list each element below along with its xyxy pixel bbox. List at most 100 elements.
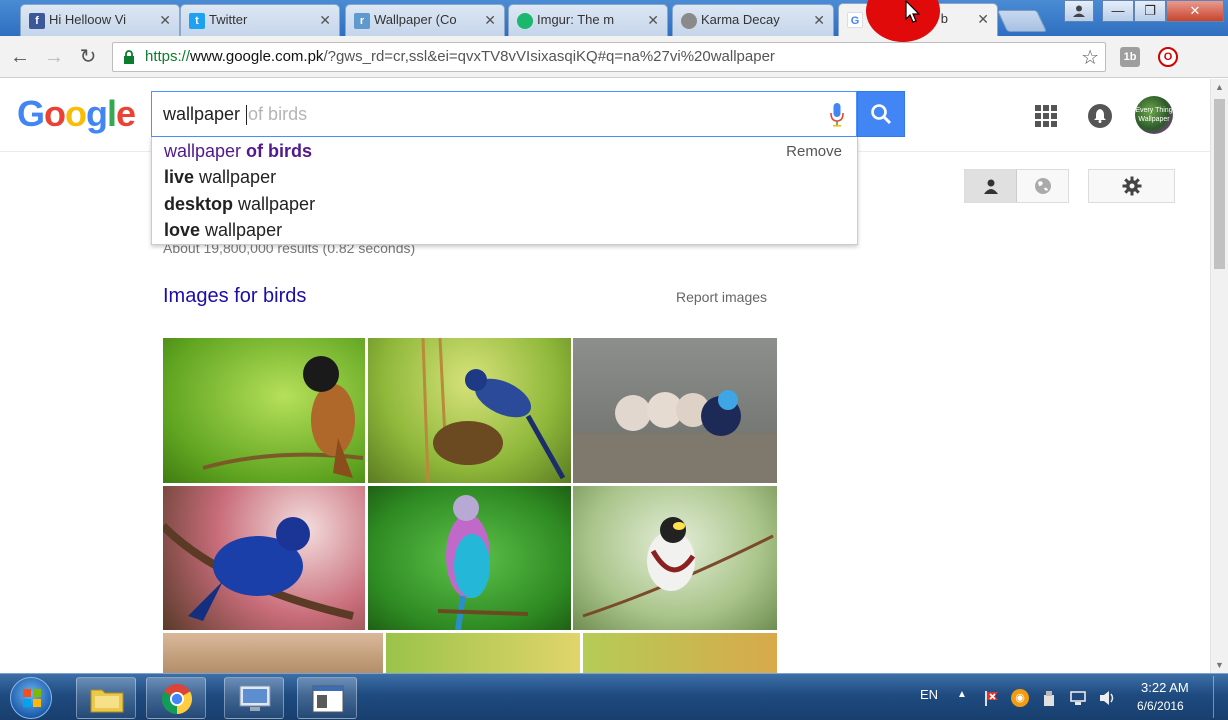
tray-app-orange-icon[interactable]: ◉ <box>1011 689 1029 707</box>
search-typed-text: wallpaper <box>163 104 246 124</box>
search-input[interactable]: wallpaper of birds <box>151 91 857 137</box>
url-scheme: https:// <box>145 48 191 65</box>
forward-button[interactable]: → <box>42 46 66 70</box>
url-host: www.google.com.pk <box>190 48 324 65</box>
bird-image-thumbnail[interactable] <box>583 633 777 673</box>
logo-letter: G <box>17 93 45 134</box>
report-images-link[interactable]: Report images <box>676 289 767 305</box>
globe-icon <box>1035 178 1051 194</box>
windows-logo-icon <box>23 689 41 707</box>
microphone-icon[interactable] <box>830 103 844 127</box>
taskbar-app-window[interactable] <box>297 677 357 719</box>
taskbar-remote-desktop[interactable] <box>224 677 284 719</box>
opera-extension-icon[interactable]: O <box>1158 47 1178 67</box>
google-icon: G <box>847 12 863 28</box>
search-autocomplete-hint: of birds <box>248 104 308 124</box>
images-for-birds-link[interactable]: Images for birds <box>163 285 306 308</box>
bird-image-thumbnail[interactable] <box>163 633 383 673</box>
autocomplete-dropdown: wallpaper of birds Remove live wallpaper… <box>151 137 858 245</box>
network-icon[interactable] <box>1069 689 1087 707</box>
logo-letter: l <box>107 93 117 134</box>
language-indicator[interactable]: EN <box>920 687 938 702</box>
suggestion-item[interactable]: desktop wallpaper <box>164 194 315 215</box>
clock-time[interactable]: 3:22 AM <box>1141 680 1189 695</box>
tab-facebook[interactable]: f Hi Helloow Vi ✕ <box>20 4 180 36</box>
suggestion-bold-text: love <box>164 220 201 240</box>
tab-twitter[interactable]: t Twitter ✕ <box>180 4 340 36</box>
show-hidden-icons-arrow-icon[interactable]: ▲ <box>957 689 967 700</box>
page-scrollbar[interactable]: ▲ ▼ <box>1210 79 1228 673</box>
address-bar[interactable]: https://www.google.com.pk/?gws_rd=cr,ssl… <box>112 42 1106 72</box>
bird-image-thumbnail[interactable] <box>368 338 571 483</box>
new-tab-button[interactable] <box>996 10 1048 32</box>
bird-image-thumbnail[interactable] <box>163 338 365 483</box>
minimize-button[interactable]: — <box>1102 0 1134 22</box>
back-button[interactable]: ← <box>8 46 32 70</box>
url-text: https://www.google.com.pk/?gws_rd=cr,ssl… <box>145 43 775 71</box>
maximize-button[interactable]: ❐ <box>1134 0 1166 22</box>
suggestion-bold-text: live <box>164 167 195 187</box>
scroll-down-arrow-icon[interactable]: ▼ <box>1211 657 1228 673</box>
scroll-up-arrow-icon[interactable]: ▲ <box>1211 79 1228 95</box>
suggestion-bold-text: of birds <box>246 141 313 161</box>
search-settings-button[interactable] <box>1088 169 1175 203</box>
lock-icon <box>124 50 134 64</box>
reload-button[interactable]: ↻ <box>76 46 100 70</box>
action-center-flag-icon[interactable] <box>983 689 1001 707</box>
text-caret <box>246 105 248 126</box>
tab-title: Karma Decay <box>701 12 780 27</box>
tab-close-icon[interactable]: ✕ <box>159 5 171 35</box>
google-logo[interactable]: Google <box>17 93 136 135</box>
tab-title: Wallpaper (Co <box>374 12 457 27</box>
volume-speaker-icon[interactable] <box>1098 689 1116 707</box>
user-profile-button[interactable] <box>1064 0 1094 22</box>
bird-image-thumbnail[interactable] <box>163 486 365 630</box>
user-icon <box>1073 5 1085 17</box>
tab-title: Twitter <box>209 12 248 27</box>
person-icon <box>984 179 998 194</box>
tab-close-icon[interactable]: ✕ <box>484 5 496 35</box>
bird-image-thumbnail[interactable] <box>368 486 571 630</box>
mouse-cursor-icon <box>905 0 921 23</box>
bookmark-star-icon[interactable]: ☆ <box>1081 45 1099 70</box>
tab-close-icon[interactable]: ✕ <box>813 5 825 35</box>
gear-icon <box>1122 176 1142 196</box>
tab-title: Hi Helloow Vi <box>49 12 127 27</box>
suggestion-item[interactable]: love wallpaper <box>164 220 282 241</box>
taskbar-file-explorer[interactable] <box>76 677 136 719</box>
usb-safely-remove-icon[interactable] <box>1040 689 1058 707</box>
notifications-bell-icon[interactable] <box>1088 104 1112 128</box>
tab-reddit-wallpaper[interactable]: r Wallpaper (Co ✕ <box>345 4 505 36</box>
personal-results-button[interactable] <box>965 170 1017 202</box>
imgur-icon <box>517 13 533 29</box>
google-apps-icon[interactable] <box>1035 105 1057 127</box>
tab-imgur[interactable]: Imgur: The m ✕ <box>508 4 668 36</box>
close-window-button[interactable]: ✕ <box>1166 0 1224 22</box>
taskbar-chrome[interactable] <box>146 677 206 719</box>
bird-image-thumbnail[interactable] <box>573 486 777 630</box>
account-avatar[interactable]: Every Thing Wallpaper <box>1135 96 1173 134</box>
logo-letter: o <box>65 93 87 134</box>
tab-title: Imgur: The m <box>537 12 615 27</box>
tab-close-icon[interactable]: ✕ <box>319 5 331 35</box>
facebook-icon: f <box>29 13 45 29</box>
bird-image-thumbnail[interactable] <box>386 633 580 673</box>
bird-image-thumbnail[interactable] <box>573 338 777 483</box>
remove-suggestion-link[interactable]: Remove <box>786 143 842 160</box>
windows-taskbar: EN ▲ ◉ 3:22 AM 6/6/2016 <box>0 673 1228 720</box>
tab-close-icon[interactable]: ✕ <box>977 4 989 34</box>
tab-karma-decay[interactable]: Karma Decay ✕ <box>672 4 834 36</box>
extension-1b-icon[interactable]: 1b <box>1120 47 1140 67</box>
suggestion-item[interactable]: live wallpaper <box>164 167 276 188</box>
logo-letter: e <box>116 93 136 134</box>
show-desktop-button[interactable] <box>1213 676 1225 718</box>
search-button[interactable] <box>857 91 905 137</box>
suggestion-item[interactable]: wallpaper of birds <box>164 141 312 162</box>
clock-date[interactable]: 6/6/2016 <box>1137 699 1184 713</box>
monitor-icon <box>239 685 271 711</box>
scrollbar-thumb[interactable] <box>1214 99 1225 269</box>
window-app-icon <box>312 685 344 713</box>
start-button[interactable] <box>10 677 52 719</box>
tab-close-icon[interactable]: ✕ <box>647 5 659 35</box>
global-results-button[interactable] <box>1017 170 1069 202</box>
